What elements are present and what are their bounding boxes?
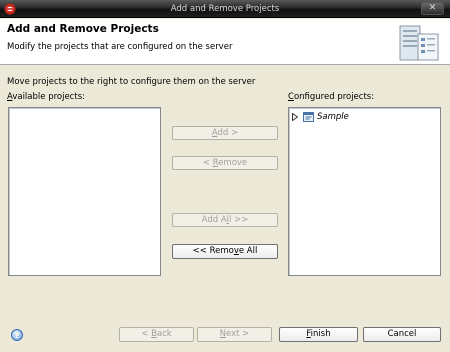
- remove-all-button[interactable]: << Remove All: [172, 244, 278, 259]
- instruction-text: Move projects to the right to configure …: [7, 77, 256, 87]
- window-title: Add and Remove Projects: [170, 4, 280, 14]
- cancel-button[interactable]: Cancel: [363, 327, 441, 342]
- configured-projects-label: Configured projects:: [288, 92, 375, 102]
- help-icon[interactable]: ?: [11, 329, 23, 341]
- server-icon: [399, 25, 439, 61]
- configured-projects-list[interactable]: [288, 107, 441, 276]
- remove-button[interactable]: < Remove: [172, 156, 278, 170]
- expand-arrow-icon[interactable]: [292, 113, 298, 121]
- finish-button[interactable]: Finish: [279, 327, 358, 342]
- project-icon: [303, 112, 314, 122]
- available-projects-list[interactable]: [8, 107, 161, 276]
- available-projects-label: Available projects:: [7, 92, 85, 102]
- add-all-button[interactable]: Add All >>: [172, 213, 278, 227]
- page-title: Add and Remove Projects: [7, 23, 159, 35]
- next-button[interactable]: Next >: [197, 327, 272, 342]
- close-button[interactable]: ✕: [421, 2, 444, 15]
- add-button[interactable]: Add >: [172, 126, 278, 140]
- page-description: Modify the projects that are configured …: [7, 42, 233, 52]
- back-button[interactable]: < Back: [119, 327, 194, 342]
- tree-item-sample[interactable]: Sample: [317, 112, 349, 122]
- close-icon: ✕: [428, 3, 437, 13]
